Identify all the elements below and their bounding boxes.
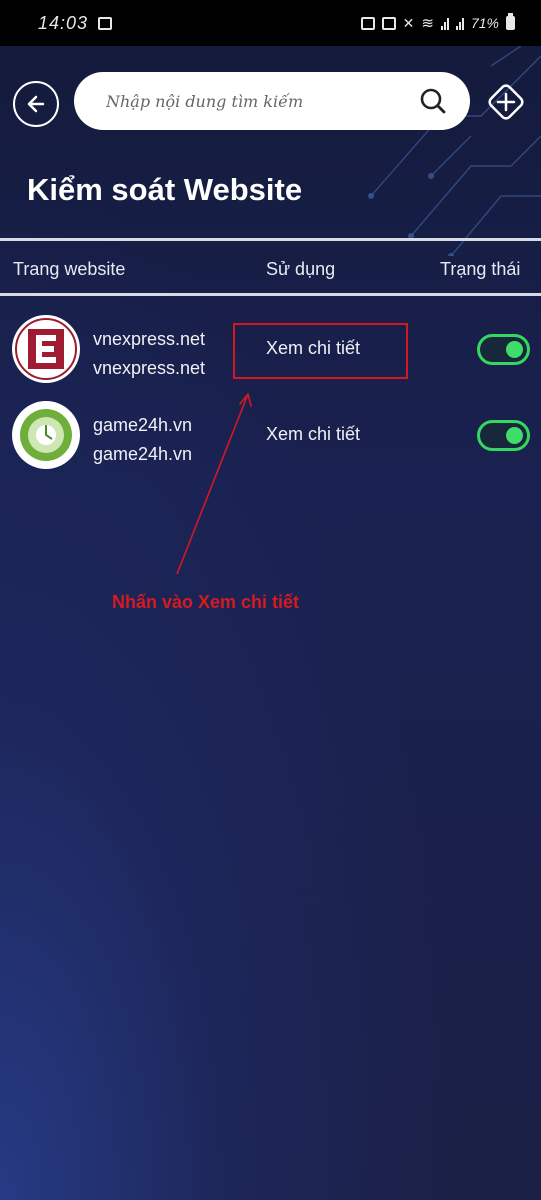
divider-bottom <box>0 293 541 296</box>
site-domain: game24h.vn <box>93 444 193 464</box>
toggle-knob <box>506 427 523 444</box>
site-domain: vnexpress.net <box>93 358 206 378</box>
vnexpress-logo-icon <box>12 315 80 383</box>
annotation-text: Nhấn vào Xem chi tiết <box>112 592 300 612</box>
alarm-icon <box>381 16 396 30</box>
site-name: game24h.vn <box>93 415 193 435</box>
status-bar: 14:03 ✕ ≋ 71% <box>0 0 541 46</box>
table-header: Trang website Sử dụng Trạng thái <box>0 242 541 292</box>
status-toggle[interactable] <box>477 334 530 365</box>
add-website-button[interactable] <box>484 80 528 124</box>
mute-icon: ✕ <box>402 14 415 31</box>
column-header-use: Sử dụng <box>266 259 336 279</box>
column-header-status: Trạng thái <box>440 259 521 279</box>
arrow-left-icon <box>27 95 45 113</box>
search-icon[interactable] <box>418 86 448 116</box>
game24h-logo-icon <box>12 401 80 469</box>
site-name: vnexpress.net <box>93 329 206 349</box>
signal-icon <box>440 16 449 30</box>
table-row: game24h.vn game24h.vn Xem chi tiết <box>0 396 541 476</box>
lock-icon <box>360 16 375 30</box>
battery-percent: 71% <box>470 15 499 31</box>
toggle-knob <box>506 341 523 358</box>
battery-icon <box>506 13 515 30</box>
search-bar[interactable] <box>74 72 470 130</box>
annotation-highlight-box <box>233 323 408 379</box>
search-input[interactable] <box>106 91 418 111</box>
divider-top <box>0 238 541 241</box>
gallery-notification-icon <box>98 16 113 30</box>
top-bar <box>0 46 541 156</box>
view-details-link[interactable]: Xem chi tiết <box>266 424 360 445</box>
back-button[interactable] <box>13 81 59 127</box>
wifi-icon: ≋ <box>421 15 434 32</box>
status-toggle[interactable] <box>477 420 530 451</box>
plus-diamond-icon <box>488 84 524 120</box>
page-title: Kiểm soát Website <box>27 172 303 207</box>
column-header-site: Trang website <box>13 259 126 279</box>
status-time: 14:03 <box>38 12 89 33</box>
signal-icon-2 <box>455 16 464 30</box>
